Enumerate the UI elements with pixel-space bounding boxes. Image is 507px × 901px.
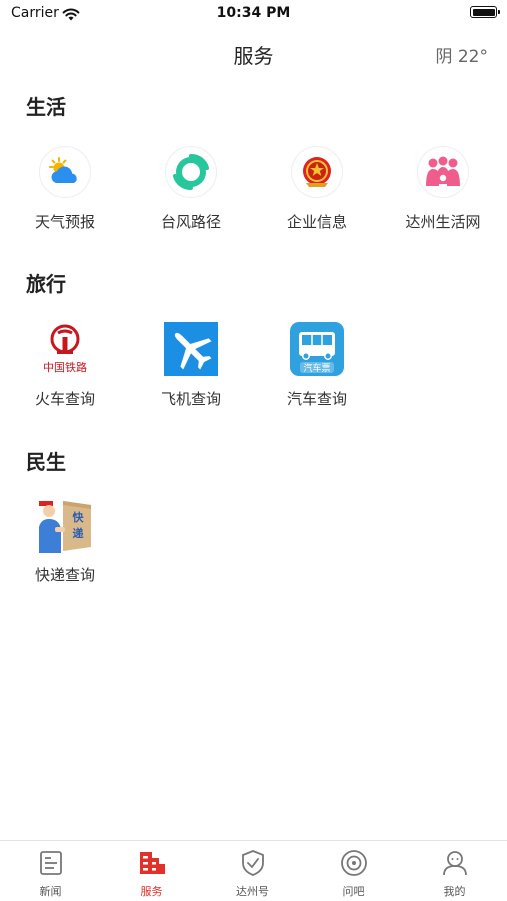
courier-icon: 快 递 xyxy=(37,497,93,553)
service-label: 台风路径 xyxy=(160,213,221,231)
tab-label: 达州号 xyxy=(236,885,269,898)
check-circle-icon xyxy=(238,848,268,878)
status-bar: Carrier 10:34 PM xyxy=(0,0,507,28)
people-icon xyxy=(417,146,469,198)
service-label: 快递查询 xyxy=(34,566,95,584)
service-label: 火车查询 xyxy=(34,390,95,408)
tab-label: 我的 xyxy=(443,885,466,898)
profile-icon xyxy=(440,848,470,878)
tab-dazhou-hao[interactable]: 达州号 xyxy=(202,841,303,901)
navigation-bar: 服务 阴 22° xyxy=(0,28,507,76)
tab-bar: 新闻 服务 达州号 问吧 我的 xyxy=(0,840,507,901)
service-label: 汽车查询 xyxy=(286,390,347,408)
service-label: 飞机查询 xyxy=(160,390,221,408)
news-icon xyxy=(36,848,66,878)
svg-text:递: 递 xyxy=(73,526,84,540)
service-item-typhoon[interactable]: 台风路径 xyxy=(133,144,249,232)
weather-icon xyxy=(39,146,91,198)
svg-text:快: 快 xyxy=(72,510,85,524)
weather-indicator[interactable]: 阴 22° xyxy=(435,42,488,67)
tab-news[interactable]: 新闻 xyxy=(0,841,101,901)
tab-label: 新闻 xyxy=(39,885,62,898)
section-title-travel: 旅行 xyxy=(26,272,66,296)
service-item-company[interactable]: 企业信息 xyxy=(259,144,375,232)
section-title-life: 生活 xyxy=(26,95,66,119)
railway-logo-text: 中国铁路 xyxy=(43,361,87,374)
service-item-courier[interactable]: 快 递 快递查询 xyxy=(7,497,123,585)
service-label: 达州生活网 xyxy=(405,213,481,231)
battery-icon xyxy=(470,6,500,18)
bus-icon: 汽车票 xyxy=(289,321,345,377)
clock: 10:34 PM xyxy=(216,5,291,21)
service-item-train[interactable]: 中国铁路 火车查询 xyxy=(7,321,123,409)
tab-wenba[interactable]: 问吧 xyxy=(303,841,404,901)
service-label: 企业信息 xyxy=(286,213,347,231)
section-title-livelihood: 民生 xyxy=(26,450,66,474)
service-icon xyxy=(137,848,167,878)
service-item-flight[interactable]: 飞机查询 xyxy=(133,321,249,409)
service-item-dazhou-life[interactable]: 达州生活网 xyxy=(385,144,501,232)
typhoon-icon xyxy=(165,146,217,198)
page-title: 服务 xyxy=(233,44,274,68)
airplane-icon xyxy=(163,321,219,377)
railway-icon: 中国铁路 xyxy=(37,321,93,377)
tab-label: 服务 xyxy=(140,885,163,898)
qa-icon xyxy=(339,848,369,878)
service-label: 天气预报 xyxy=(34,213,95,231)
emblem-icon xyxy=(291,146,343,198)
tab-service[interactable]: 服务 xyxy=(101,841,202,901)
service-item-bus[interactable]: 汽车票 汽车查询 xyxy=(259,321,375,409)
service-item-weather[interactable]: 天气预报 xyxy=(7,144,123,232)
tab-label: 问吧 xyxy=(342,885,365,898)
tab-mine[interactable]: 我的 xyxy=(404,841,505,901)
bus-logo-text: 汽车票 xyxy=(303,362,330,374)
